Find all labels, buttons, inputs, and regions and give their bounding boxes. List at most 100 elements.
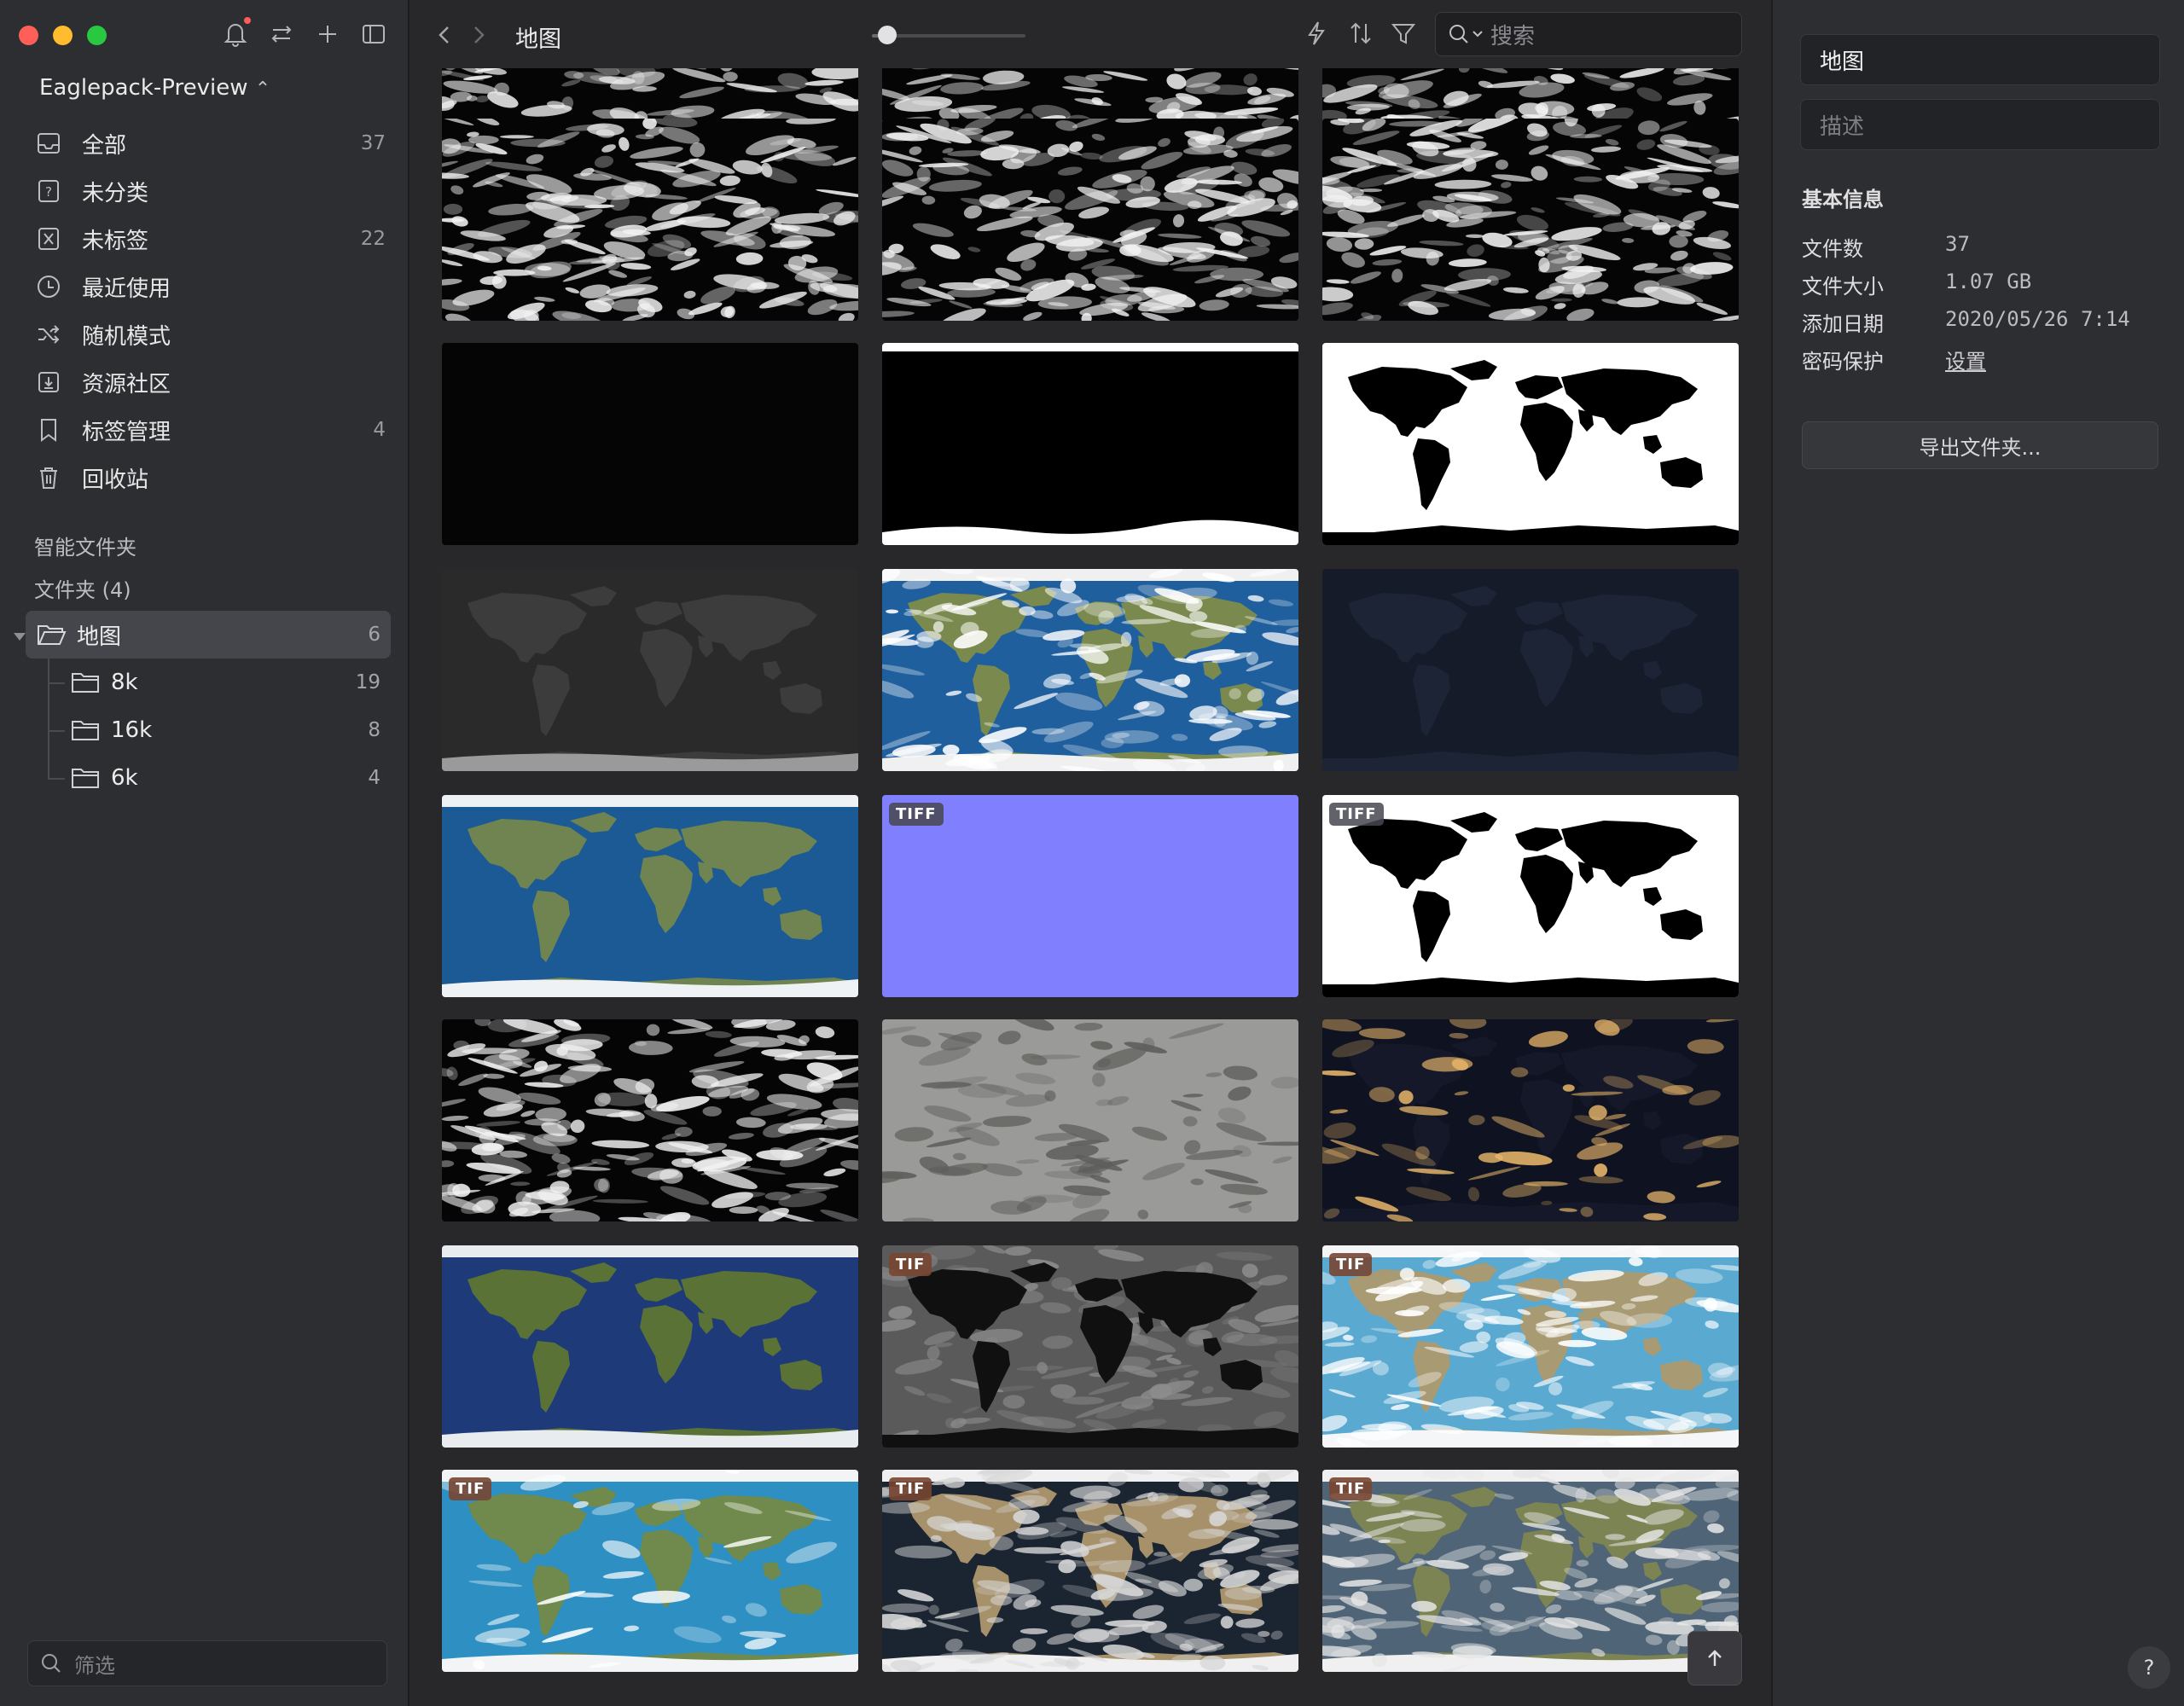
folders-heading[interactable]: 文件夹 (4) <box>34 573 131 603</box>
sidebar-item-community[interactable]: 资源社区 <box>26 358 391 406</box>
filter-funnel-icon[interactable] <box>1389 19 1418 48</box>
library-name: Eaglepack-Preview <box>39 75 248 101</box>
search-input[interactable]: 搜索 <box>1435 12 1742 56</box>
tree-guide <box>48 730 65 732</box>
zoom-window-button[interactable] <box>87 26 107 45</box>
zoom-slider-knob[interactable] <box>878 26 897 44</box>
thumbnail-item[interactable]: TIF <box>1322 1470 1739 1672</box>
thumbnail-image <box>882 343 1298 545</box>
info-key: 文件大小 <box>1802 275 1884 299</box>
chevron-down-icon[interactable] <box>1472 28 1484 40</box>
folder-item-6k[interactable]: 6k 4 <box>68 754 391 802</box>
sidebar-item-all[interactable]: 全部 37 <box>26 119 391 167</box>
toggle-sidebar-icon[interactable] <box>358 19 389 49</box>
lightning-icon[interactable] <box>1302 19 1331 48</box>
description-placeholder: 描述 <box>1820 113 1865 140</box>
untagged-icon <box>38 228 59 250</box>
thumbnail-image <box>442 1245 858 1448</box>
sidebar-item-label: 资源社区 <box>82 371 171 397</box>
thumbnail-image <box>1322 119 1739 321</box>
sidebar-item-trash[interactable]: 回收站 <box>26 454 391 502</box>
bell-icon[interactable] <box>220 17 251 49</box>
updown-chevron-icon: ⌃ <box>254 78 271 100</box>
search-icon <box>42 1654 61 1673</box>
close-window-button[interactable] <box>19 26 38 45</box>
sidebar-item-recent[interactable]: 最近使用 <box>26 263 391 310</box>
back-arrow-icon[interactable] <box>432 22 457 48</box>
inbox-icon <box>38 133 60 154</box>
sidebar-item-label: 随机模式 <box>82 323 171 350</box>
folder-label: 6k <box>111 765 138 791</box>
thumbnail-item[interactable] <box>442 795 858 997</box>
sync-arrows-icon[interactable] <box>266 19 297 49</box>
search-icon <box>1449 25 1468 44</box>
clock-icon <box>38 276 60 298</box>
thumbnail-item[interactable] <box>442 1019 858 1221</box>
inspector-panel: 地图 描述 基本信息 文件数 37 文件大小 1.07 GB 添加日期 2020… <box>1771 0 2184 1706</box>
format-badge: TIF <box>1329 1253 1373 1276</box>
thumbnail-item[interactable] <box>882 119 1298 321</box>
format-badge: TIFF <box>889 803 944 826</box>
add-icon[interactable] <box>312 19 343 49</box>
thumbnail-item[interactable] <box>1322 119 1739 321</box>
thumbnail-item[interactable] <box>442 119 858 321</box>
thumbnail-item[interactable] <box>442 1245 858 1448</box>
question-box-icon: ? <box>38 180 59 202</box>
folder-item-8k[interactable]: 8k 19 <box>68 659 391 706</box>
thumbnail-item[interactable] <box>882 569 1298 771</box>
minimize-window-button[interactable] <box>53 26 73 45</box>
sidebar-item-uncategorized[interactable]: ? 未分类 <box>26 167 391 215</box>
sidebar-item-untagged[interactable]: 未标签 22 <box>26 215 391 263</box>
item-count: 4 <box>373 419 386 441</box>
thumbnail-item[interactable]: TIFF <box>1322 795 1739 997</box>
format-badge: TIF <box>1329 1477 1373 1500</box>
help-button[interactable]: ? <box>2128 1646 2170 1689</box>
thumbnail-item[interactable] <box>882 343 1298 545</box>
folder-count: 8 <box>368 719 380 741</box>
folder-item-map[interactable]: 地图 6 <box>26 611 391 659</box>
thumbnail-image <box>882 1019 1298 1221</box>
sidebar-item-label: 全部 <box>82 132 127 159</box>
thumbnail-item[interactable]: TIFF <box>882 795 1298 997</box>
set-password-link[interactable]: 设置 <box>1945 345 1986 374</box>
thumbnail-item[interactable]: TIF <box>882 1470 1298 1672</box>
scroll-to-top-button[interactable] <box>1687 1631 1742 1686</box>
sidebar-item-random[interactable]: 随机模式 <box>26 310 391 358</box>
tree-guide <box>48 659 49 778</box>
format-badge: TIF <box>449 1477 492 1500</box>
thumbnail-image <box>1322 795 1739 997</box>
thumbnail-item[interactable] <box>1322 569 1739 771</box>
folder-icon <box>72 673 99 693</box>
export-folder-button[interactable]: 导出文件夹... <box>1802 421 2158 469</box>
thumbnail-item[interactable] <box>1322 343 1739 545</box>
sidebar-item-label: 未标签 <box>82 228 149 254</box>
folder-icon <box>72 721 99 740</box>
forward-arrow-icon[interactable] <box>466 22 491 48</box>
description-field[interactable]: 描述 <box>1800 99 2160 150</box>
sort-icon[interactable] <box>1346 19 1375 48</box>
thumbnail-image <box>882 795 1298 997</box>
sidebar-item-label: 未分类 <box>82 180 149 206</box>
folder-name-field[interactable]: 地图 <box>1800 34 2160 85</box>
info-key: 添加日期 <box>1802 312 1884 336</box>
sidebar-item-tags[interactable]: 标签管理 4 <box>26 406 391 454</box>
filter-input[interactable]: 筛选 <box>27 1640 387 1686</box>
thumbnail-item[interactable] <box>442 343 858 545</box>
thumbnail-item[interactable] <box>882 1019 1298 1221</box>
main-toolbar: 地图 搜索 <box>410 0 1771 68</box>
caret-down-icon[interactable] <box>14 633 26 641</box>
thumbnail-item[interactable] <box>442 569 858 771</box>
smart-folders-heading[interactable]: 智能文件夹 <box>34 531 136 560</box>
library-switcher[interactable]: Eaglepack-Preview ⌃ <box>39 75 270 101</box>
thumbnail-item[interactable] <box>1322 1019 1739 1221</box>
thumbnail-item[interactable]: TIF <box>882 1245 1298 1448</box>
filter-placeholder: 筛选 <box>74 1653 115 1678</box>
folder-icon <box>72 769 99 788</box>
folder-item-16k[interactable]: 16k 8 <box>68 706 391 754</box>
format-badge: TIFF <box>1329 803 1384 826</box>
folder-count: 19 <box>355 671 380 693</box>
thumbnail-item[interactable]: TIF <box>442 1470 858 1672</box>
folder-label: 地图 <box>77 624 122 650</box>
thumbnail-image <box>1322 1470 1739 1672</box>
thumbnail-item[interactable]: TIF <box>1322 1245 1739 1448</box>
